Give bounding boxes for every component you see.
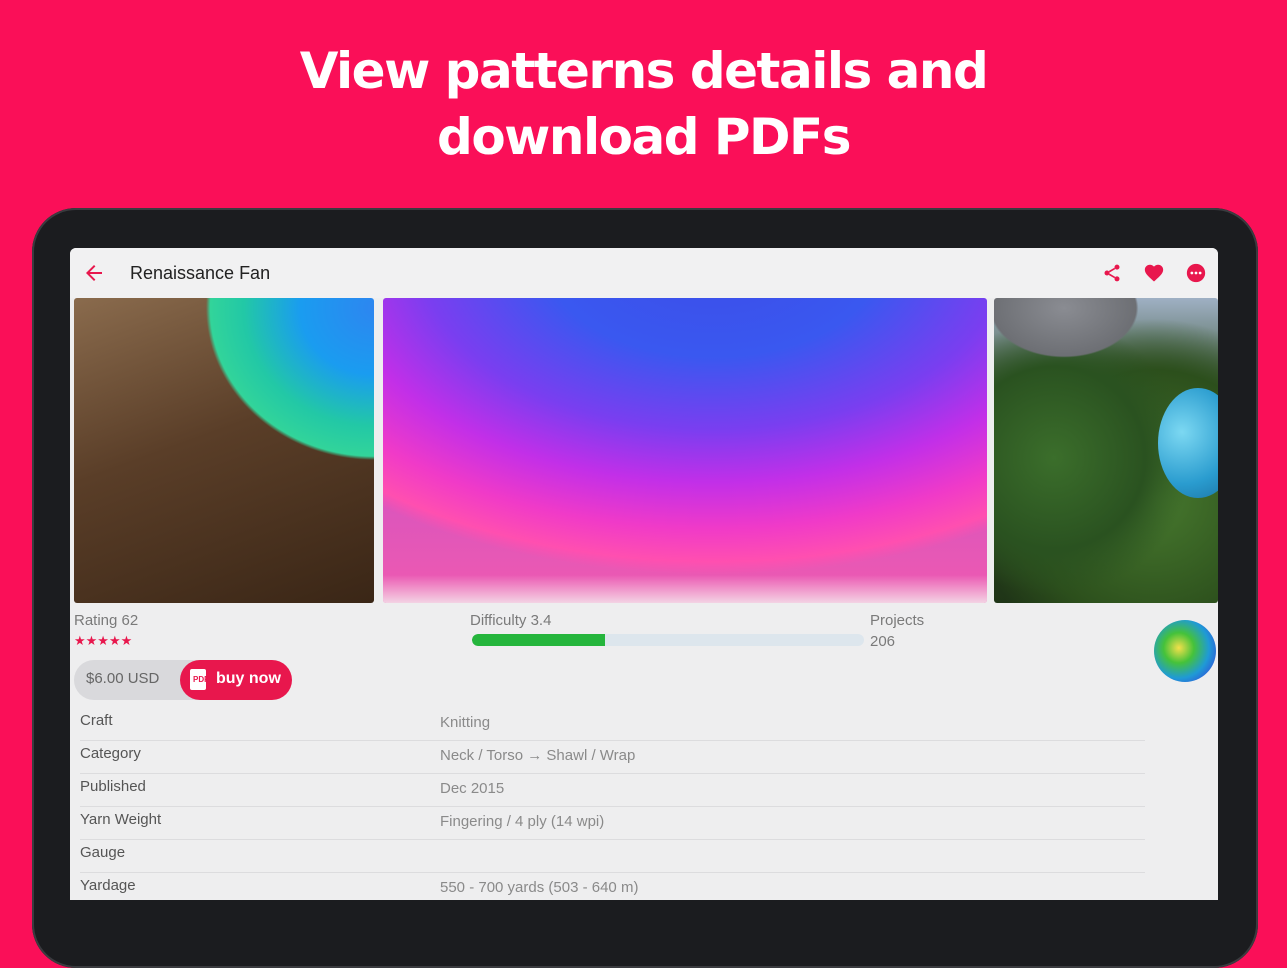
table-row: Craft Knitting <box>80 708 1145 741</box>
detail-value: Neck / Torso → Shawl / Wrap <box>440 747 636 764</box>
projects-label: Projects <box>870 612 925 629</box>
price-value: $6.00 USD <box>86 670 160 687</box>
table-row: Yarn Weight Fingering / 4 ply (14 wpi) <box>80 807 1145 840</box>
more-icon[interactable] <box>1182 260 1210 286</box>
heart-icon[interactable] <box>1140 260 1168 286</box>
detail-value: Knitting <box>440 714 491 731</box>
app-screen: Renaissance Fan Rating 62 ★★★★★ Difficul… <box>70 248 1218 900</box>
buy-now-button[interactable]: PDF buy now <box>180 660 292 700</box>
pdf-badge: PDF <box>193 675 209 684</box>
detail-key: Category <box>80 745 141 762</box>
page-title: Renaissance Fan <box>130 263 271 283</box>
difficulty-label: Difficulty 3.4 <box>470 612 552 629</box>
promo-headline-line-1: View patterns details and <box>299 42 989 100</box>
price-pill: $6.00 USD PDF buy now <box>74 660 292 700</box>
photo-carousel[interactable] <box>70 298 1218 603</box>
pattern-thumbnail[interactable] <box>1154 620 1216 682</box>
projects-count: 206 <box>870 633 896 650</box>
pdf-file-icon: PDF <box>190 669 209 690</box>
app-bar: Renaissance Fan <box>70 248 1218 298</box>
share-icon[interactable] <box>1098 260 1126 286</box>
table-row: Gauge <box>80 840 1145 873</box>
app-bar-actions <box>1098 260 1210 286</box>
rating-label: Rating 62 <box>74 612 139 629</box>
pattern-details-table: Craft Knitting Category Neck / Torso → S… <box>80 708 1145 900</box>
pattern-photo[interactable] <box>383 298 987 603</box>
back-arrow-icon[interactable] <box>82 261 106 285</box>
detail-key: Craft <box>80 712 113 729</box>
detail-value: 550 - 700 yards (503 - 640 m) <box>440 879 639 896</box>
table-row: Category Neck / Torso → Shawl / Wrap <box>80 741 1145 774</box>
detail-key: Published <box>80 778 146 795</box>
detail-key: Gauge <box>80 844 126 861</box>
buy-now-label: buy now <box>216 670 281 687</box>
difficulty-bar-fill <box>472 634 606 646</box>
detail-key: Yarn Weight <box>80 811 162 828</box>
detail-value: Dec 2015 <box>440 780 505 797</box>
pattern-photo[interactable] <box>74 298 374 603</box>
rating-stars: ★★★★★ <box>74 633 133 648</box>
table-row: Published Dec 2015 <box>80 774 1145 807</box>
pattern-photo[interactable] <box>994 298 1218 603</box>
promo-headline: View patterns details and download PDFs <box>0 38 1287 170</box>
promo-headline-line-2: download PDFs <box>437 108 851 166</box>
difficulty-bar <box>472 634 864 646</box>
detail-key: Yardage <box>80 877 136 894</box>
detail-value: Fingering / 4 ply (14 wpi) <box>440 813 605 830</box>
table-row: Yardage 550 - 700 yards (503 - 640 m) <box>80 873 1145 900</box>
